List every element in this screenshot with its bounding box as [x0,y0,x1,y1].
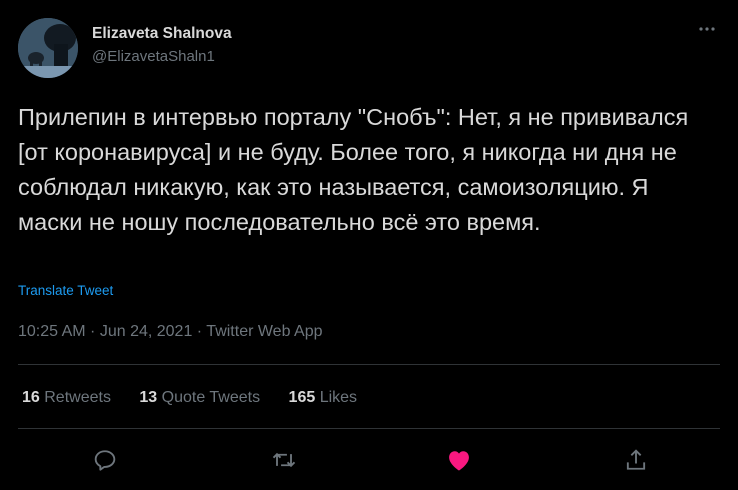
share-icon [626,449,646,470]
reply-icon [94,450,116,471]
tweet-metadata: 10:25 AM · Jun 24, 2021 · Twitter Web Ap… [18,322,323,342]
display-name[interactable]: Elizaveta Shalnova [92,24,232,44]
retweets-stat[interactable]: 16 Retweets [22,388,111,408]
quote-tweets-stat[interactable]: 13 Quote Tweets [139,388,260,408]
user-handle[interactable]: @ElizavetaShaln1 [92,47,232,67]
likes-stat[interactable]: 165 Likes [289,388,358,408]
tweet-text: Прилепин в интервью порталу "Снобъ": Нет… [18,104,689,235]
retweets-label: Retweets [44,389,111,406]
retweet-button[interactable] [270,446,298,474]
share-button[interactable] [622,446,650,474]
heart-icon [449,451,469,471]
author-info[interactable]: Elizaveta Shalnova @ElizavetaShaln1 [92,24,232,67]
likes-label: Likes [319,389,358,406]
avatar-image [18,18,78,78]
quote-tweets-count: 13 [139,389,158,406]
engagement-stats: 16 Retweets 13 Quote Tweets 165 Likes [22,388,381,408]
reply-button[interactable] [91,446,119,474]
like-button[interactable] [445,446,473,474]
meta-separator: · [85,323,100,340]
action-bar [0,446,738,474]
quote-tweets-label: Quote Tweets [161,389,261,406]
tweet-card: Elizaveta Shalnova @ElizavetaShaln1 Прил… [0,0,738,490]
translate-tweet-link[interactable]: Translate Tweet [18,283,113,298]
meta-separator: · [192,323,207,340]
tweet-time[interactable]: 10:25 AM [18,323,86,340]
tweet-source[interactable]: Twitter Web App [206,323,322,340]
divider [18,364,720,365]
avatar[interactable] [18,18,78,78]
retweets-count: 16 [22,389,40,406]
retweet-icon [272,452,296,468]
divider [18,428,720,429]
tweet-date[interactable]: Jun 24, 2021 [100,323,193,340]
more-options-icon[interactable] [694,22,720,44]
likes-count: 165 [288,389,316,406]
